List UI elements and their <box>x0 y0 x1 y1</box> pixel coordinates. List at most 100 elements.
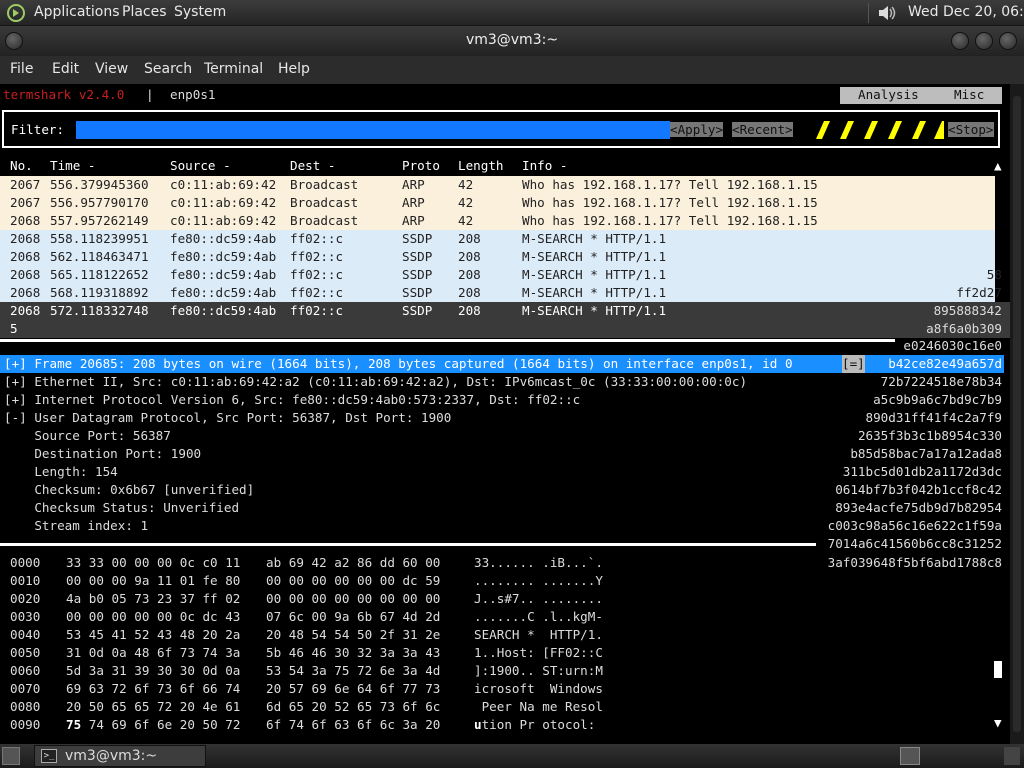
window-titlebar[interactable]: vm3@vm3:~ <box>0 26 1024 56</box>
show-desktop-icon[interactable] <box>2 747 20 765</box>
stop-button[interactable]: <Stop> <box>948 122 994 137</box>
hex-row[interactable]: 0050 31 0d 0a 48 6f 73 74 3a 5b 46 46 30 3… <box>0 644 1004 662</box>
col-no[interactable]: No. <box>10 157 33 175</box>
hex-bytes-a: 00 00 00 9a 11 01 fe 80 <box>66 572 240 590</box>
workspace-switcher[interactable] <box>900 747 920 765</box>
tree-row-overflow: b85d58bac7a17a12ada8 <box>850 446 1002 461</box>
tree-text: Checksum: 0x6b67 [unverified] <box>4 482 255 497</box>
hex-row[interactable]: 0020 4a b0 05 73 23 37 ff 02 00 00 00 00 0… <box>0 590 1004 608</box>
terminal-scrollbar[interactable] <box>1010 84 1024 744</box>
menu-view[interactable]: View <box>95 61 128 77</box>
hex-ascii: ]:1900.. ST:urn:M <box>474 662 603 680</box>
scrollbar-thumb[interactable] <box>1013 96 1021 732</box>
hex-ascii: 1..Host: [FF02::C <box>474 644 603 662</box>
places-menu[interactable]: Places <box>122 4 167 20</box>
packet-src: fe80::dc59:4ab <box>170 249 277 264</box>
col-source[interactable]: Source - <box>170 157 231 175</box>
packet-row-overflow: 58 <box>986 267 1002 282</box>
close-button[interactable] <box>999 32 1017 50</box>
packet-row[interactable]: 2068 562.118463471 fe80::dc59:4ab ff02::c SS… <box>0 248 995 266</box>
tree-row-selected[interactable]: [+] Frame 20685: 208 bytes on wire (1664… <box>0 355 1004 373</box>
app-name: termshark v2.4.0 <box>3 87 125 102</box>
packet-row[interactable]: 2068 557.957262149 c0:11:ab:69:42 Broadcast… <box>0 212 995 230</box>
col-time[interactable]: Time - <box>50 157 96 175</box>
tree-row[interactable]: Length: 154 311bc5d01db2a1172d3dc <box>0 463 1004 481</box>
hex-row[interactable]: 0030 00 00 00 00 00 0c dc 43 07 6c 00 9a 6… <box>0 608 1004 626</box>
system-menu[interactable]: System <box>174 4 226 20</box>
ascii-cursor: u <box>474 717 482 732</box>
scroll-up-arrow[interactable]: ▲ <box>994 157 1002 175</box>
taskbar-window-button[interactable]: >_ vm3@vm3:~ <box>34 745 206 767</box>
hex-row[interactable]: 0040 53 45 41 52 43 48 20 2a 20 48 54 54 5… <box>0 626 1004 644</box>
filter-input[interactable] <box>76 121 670 139</box>
packet-row-overflow: ff2d27 <box>956 285 1002 300</box>
taskbar: >_ vm3@vm3:~ <box>0 744 1024 768</box>
hex-bytes-b: 00 00 00 00 00 00 dc 59 <box>266 573 441 588</box>
hex-row[interactable]: 0000 33 33 00 00 00 0c c0 11 ab 69 42 a2 8… <box>0 554 1004 572</box>
maximize-button[interactable] <box>975 32 993 50</box>
hex-row[interactable]: 0060 5d 3a 31 39 30 30 0d 0a 53 54 3a 75 7… <box>0 662 1004 680</box>
hex-row[interactable]: 0070 69 63 72 6f 73 6f 66 74 20 57 69 6e 6… <box>0 680 1004 698</box>
packet-row[interactable]: 2067 556.957790170 c0:11:ab:69:42 Broadcast… <box>0 194 995 212</box>
hex-ascii-text: ]:1900.. ST:urn:M <box>474 663 603 678</box>
gnome-foot-icon[interactable] <box>6 3 26 27</box>
packet-len: 208 <box>458 267 481 282</box>
menu-help[interactable]: Help <box>278 61 310 77</box>
tree-text: [+] Frame 20685: 208 bytes on wire (1664… <box>4 356 793 371</box>
menu-search[interactable]: Search <box>144 61 192 77</box>
tree-row[interactable]: Checksum Status: Unverified 893e4acfe75db… <box>0 499 1004 517</box>
packet-row[interactable]: 2068 568.119318892 fe80::dc59:4ab ff02::c SS… <box>0 284 1002 302</box>
col-dest[interactable]: Dest - <box>290 157 336 175</box>
scroll-down-arrow[interactable]: ▼ <box>994 715 1002 730</box>
hex-scroll-thumb[interactable] <box>994 661 1002 678</box>
tree-row[interactable]: Destination Port: 1900 b85d58bac7a17a12ad… <box>0 445 1004 463</box>
menu-edit[interactable]: Edit <box>52 61 79 77</box>
packet-row[interactable]: 2068 572.118332748 fe80::dc59:4ab ff02::c SS… <box>0 302 1010 320</box>
tree-row-overflow: 0614bf7b3f042b1ccf8c42 <box>835 482 1002 497</box>
menu-terminal[interactable]: Terminal <box>204 61 263 77</box>
col-info[interactable]: Info - <box>522 157 568 175</box>
applications-menu[interactable]: Applications <box>34 4 120 20</box>
tab-analysis[interactable]: Analysis <box>858 86 919 104</box>
hex-row[interactable]: 0090 75 74 69 6f 6e 20 50 72 6f 74 6f 63 6… <box>0 716 1004 734</box>
hex-row[interactable]: 0080 20 50 65 65 72 20 4e 61 6d 65 20 52 6… <box>0 698 1004 716</box>
tree-row[interactable]: [-] User Datagram Protocol, Src Port: 56… <box>0 409 1004 427</box>
tree-row-overflow: 890d31ff41f4c2a7f9 <box>865 410 1002 425</box>
filter-label: Filter: <box>11 122 65 137</box>
packet-no: 2067 <box>10 177 41 192</box>
taskbar-window-label: vm3@vm3:~ <box>65 748 158 764</box>
hex-bytes-a: 33 33 00 00 00 0c c0 11 <box>66 554 240 572</box>
col-length[interactable]: Length <box>458 157 504 175</box>
packet-row[interactable]: 2067 556.379945360 c0:11:ab:69:42 Broadcast… <box>0 176 995 194</box>
packet-row[interactable]: 2068 565.118122652 fe80::dc59:4ab ff02::c SS… <box>0 266 1002 284</box>
packet-row[interactable]: 2068 558.118239951 fe80::dc59:4ab ff02::c SS… <box>0 230 995 248</box>
hex-bytes-a-text: 00 00 00 9a 11 01 fe 80 <box>66 573 241 588</box>
collapse-marker[interactable]: [=] <box>842 355 865 373</box>
trash-icon[interactable] <box>1004 747 1020 765</box>
hex-offset: 0030 <box>10 609 41 624</box>
panel-clock[interactable]: Wed Dec 20, 06:56 <box>908 4 1024 20</box>
packet-info: Who has 192.168.1.17? Tell 192.168.1.15 <box>522 195 818 210</box>
interface-name: enp0s1 <box>170 87 216 102</box>
packet-src: fe80::dc59:4ab <box>170 285 277 300</box>
volume-icon[interactable] <box>876 2 898 28</box>
tree-row[interactable]: Checksum: 0x6b67 [unverified] 0614bf7b3f0… <box>0 481 1004 499</box>
capture-progress-stripes <box>816 121 944 139</box>
hex-offset: 0050 <box>10 645 41 660</box>
menu-file[interactable]: File <box>10 61 33 77</box>
wrap-right-text: a8f6a0b309 <box>926 321 1002 336</box>
hex-row[interactable]: 0010 00 00 00 9a 11 01 fe 80 00 00 00 00 0… <box>0 572 1004 590</box>
tree-row[interactable]: [+] Ethernet II, Src: c0:11:ab:69:42:a2 … <box>0 373 1004 391</box>
apply-button[interactable]: <Apply> <box>670 122 724 137</box>
terminal-area[interactable]: termshark v2.4.0 | enp0s1 Analysis Misc … <box>0 84 1010 744</box>
packet-info: M-SEARCH * HTTP/1.1 <box>522 303 667 318</box>
recent-button[interactable]: <Recent> <box>732 122 793 137</box>
panel-divider <box>868 3 869 23</box>
tree-row[interactable]: Source Port: 56387 2635f3b3c1b8954c330 <box>0 427 1004 445</box>
packet-len: 208 <box>458 249 481 264</box>
tree-row[interactable]: Stream index: 1 c003c98a56c16e622c1f59a <box>0 517 1004 535</box>
minimize-button[interactable] <box>951 32 969 50</box>
col-proto[interactable]: Proto <box>402 157 440 175</box>
tree-row[interactable]: [+] Internet Protocol Version 6, Src: fe… <box>0 391 1004 409</box>
tab-misc[interactable]: Misc <box>954 86 984 104</box>
